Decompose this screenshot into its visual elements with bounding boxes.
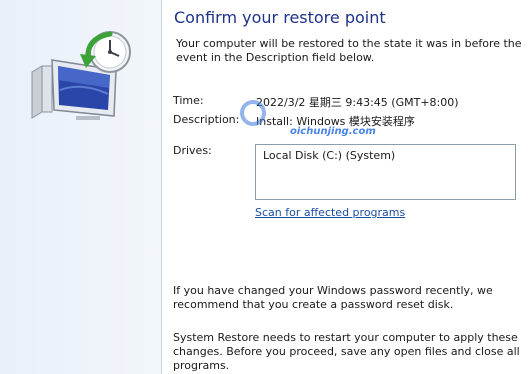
drives-label: Drives: xyxy=(173,144,212,157)
restart-note: System Restore needs to restart your com… xyxy=(173,331,520,372)
drives-list[interactable]: Local Disk (C:) (System) xyxy=(255,144,516,200)
time-value: 2022/3/2 星期三 9:43:45 (GMT+8:00) xyxy=(256,96,459,109)
time-label: Time: xyxy=(173,94,204,107)
description-label: Description: xyxy=(173,113,240,126)
scan-affected-programs-link[interactable]: Scan for affected programs xyxy=(255,206,405,219)
password-note: If you have changed your Windows passwor… xyxy=(173,284,493,311)
wizard-content: Confirm your restore point Your computer… xyxy=(161,0,528,374)
description-value: Install: Windows 模块安装程序 xyxy=(256,115,415,128)
intro-text: Your computer will be restored to the st… xyxy=(176,37,522,64)
list-item[interactable]: Local Disk (C:) (System) xyxy=(263,149,395,162)
page-title: Confirm your restore point xyxy=(174,8,386,27)
system-restore-icon xyxy=(31,31,131,120)
side-panel xyxy=(0,0,162,374)
